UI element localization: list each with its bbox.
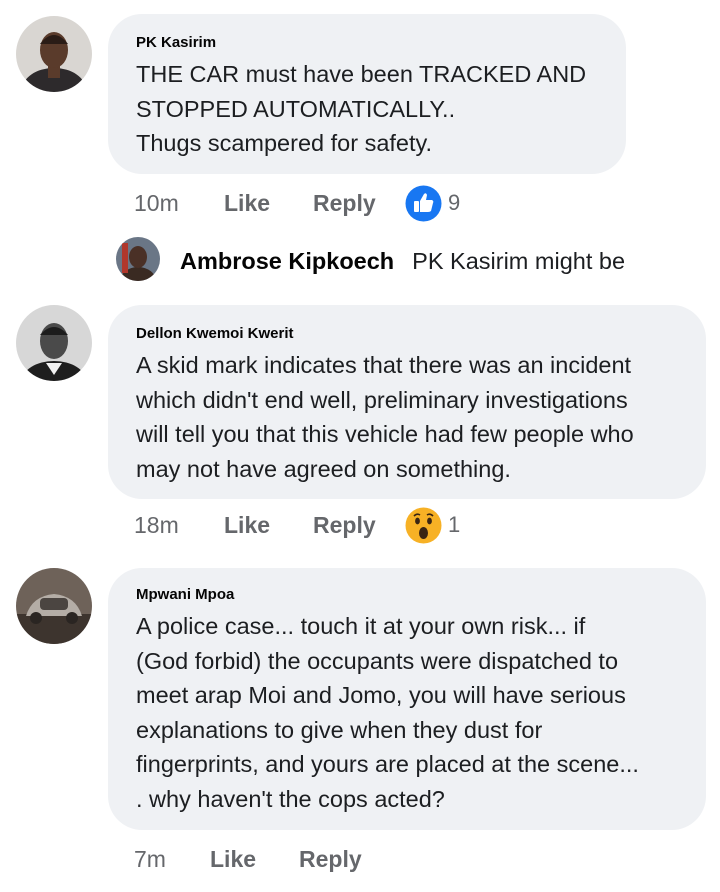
comments-feed: PK Kasirim THE CAR must have been TRACKE… bbox=[0, 0, 720, 892]
comment-text-line: meet arap Moi and Jomo, you will have se… bbox=[136, 682, 626, 708]
comment-text-line: . why haven't the cops acted? bbox=[136, 785, 445, 812]
comment-text-line: explanations to give when they dust for bbox=[136, 716, 543, 743]
comment-timestamp[interactable]: 18m bbox=[134, 512, 224, 539]
like-button[interactable]: Like bbox=[224, 190, 313, 217]
reply-preview[interactable]: Ambrose Kipkoech PK Kasirim might be bbox=[180, 248, 625, 275]
avatar[interactable] bbox=[16, 568, 92, 644]
comment-text-line: A skid mark indicates that there was an … bbox=[136, 352, 632, 378]
comment-actions: 10m Like Reply 9 bbox=[134, 185, 460, 222]
reply-button[interactable]: Reply bbox=[299, 846, 391, 873]
comment-bubble: PK Kasirim THE CAR must have been TRACKE… bbox=[108, 14, 626, 174]
reply-button[interactable]: Reply bbox=[313, 512, 405, 539]
reply-snippet: PK Kasirim might be bbox=[412, 248, 626, 274]
thumbs-up-like-icon bbox=[405, 185, 442, 222]
reply-button[interactable]: Reply bbox=[313, 190, 405, 217]
reaction-summary[interactable]: 9 bbox=[405, 185, 460, 222]
comment-author[interactable]: PK Kasirim bbox=[136, 34, 606, 51]
reaction-summary[interactable]: 1 bbox=[405, 507, 460, 544]
avatar[interactable] bbox=[16, 305, 92, 381]
reaction-count: 1 bbox=[448, 512, 461, 537]
avatar[interactable] bbox=[116, 237, 160, 281]
comment-text-line: THE CAR must have been TRACKED AND bbox=[136, 61, 587, 87]
comment-text-line: Thugs scampered for safety. bbox=[136, 130, 433, 156]
wow-reaction-icon bbox=[405, 507, 442, 544]
comment-timestamp[interactable]: 7m bbox=[134, 846, 210, 873]
comment-text-line: A police case... touch it at your own ri… bbox=[136, 613, 586, 639]
avatar[interactable] bbox=[16, 16, 92, 92]
comment-text-line: which didn't end well, preliminary inves… bbox=[136, 386, 628, 413]
comment-text-line: fingerprints, and yours are placed at th… bbox=[136, 751, 639, 777]
comment-text-line: will tell you that this vehicle had few … bbox=[136, 421, 634, 447]
comment-timestamp[interactable]: 10m bbox=[134, 190, 224, 217]
comment-actions: 18m Like Reply 1 bbox=[134, 507, 460, 544]
comment-bubble: Dellon Kwemoi Kwerit A skid mark indicat… bbox=[108, 305, 706, 499]
like-button[interactable]: Like bbox=[210, 846, 299, 873]
reaction-count: 9 bbox=[448, 190, 461, 215]
like-button[interactable]: Like bbox=[224, 512, 313, 539]
comment-text-line: may not have agreed on something. bbox=[136, 455, 511, 482]
comment-text-line: STOPPED AUTOMATICALLY.. bbox=[136, 95, 456, 122]
comment-author[interactable]: Mpwani Mpoa bbox=[136, 586, 686, 603]
comment-author[interactable]: Dellon Kwemoi Kwerit bbox=[136, 325, 686, 342]
comment-bubble: Mpwani Mpoa A police case... touch it at… bbox=[108, 568, 706, 830]
comment-text-line: (God forbid) the occupants were dispatch… bbox=[136, 647, 619, 674]
comment-actions: 7m Like Reply bbox=[134, 842, 391, 876]
reply-author[interactable]: Ambrose Kipkoech bbox=[180, 248, 394, 275]
